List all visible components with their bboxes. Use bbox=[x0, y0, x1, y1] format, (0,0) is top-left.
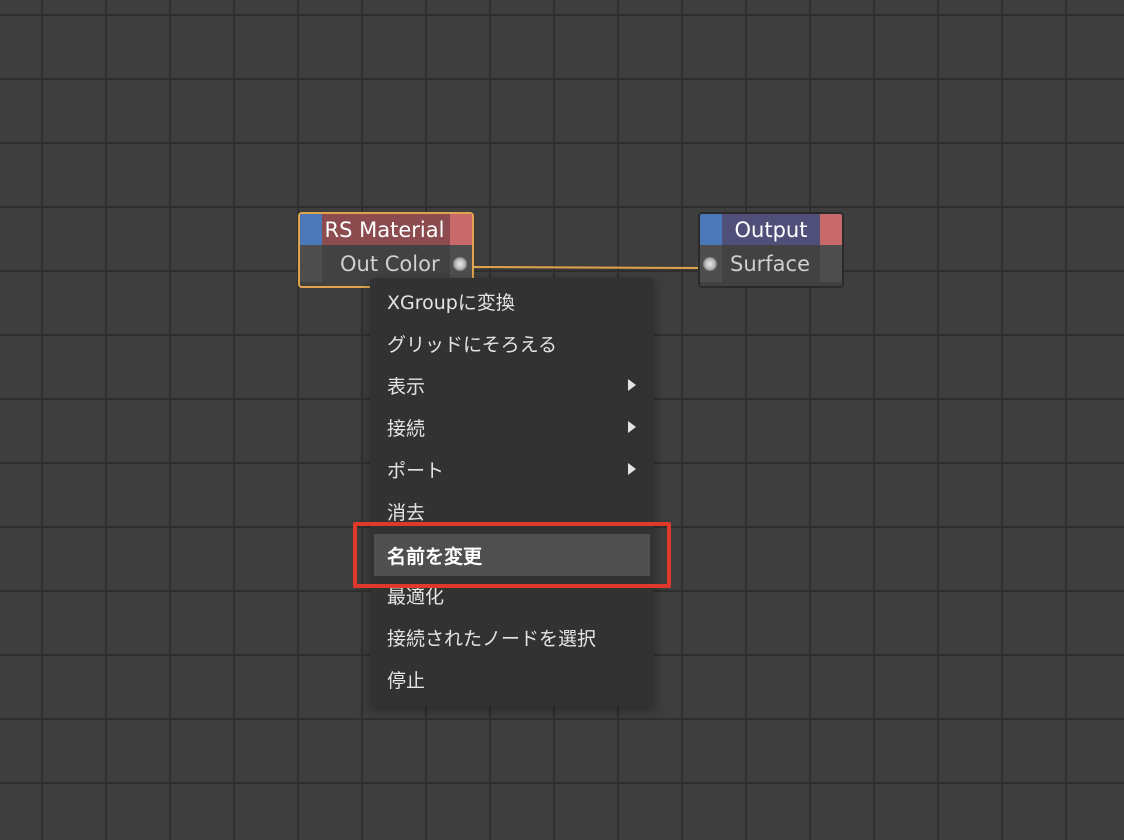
output-node-header[interactable]: Output bbox=[700, 214, 842, 245]
chevron-right-icon bbox=[628, 421, 636, 433]
menu-item-label: 接続 bbox=[387, 417, 426, 440]
rs-material-port-label: Out Color bbox=[340, 251, 440, 276]
menu-item-select-connected-nodes[interactable]: 接続されたノードを選択 bbox=[370, 616, 654, 658]
chevron-right-icon bbox=[628, 463, 636, 475]
node-header-left-strip bbox=[300, 214, 322, 245]
output-port-label: Surface bbox=[730, 251, 811, 276]
highlight-annotation-box bbox=[353, 522, 671, 588]
menu-item-convert-to-xgroup[interactable]: XGroupに変換 bbox=[370, 280, 654, 322]
menu-item-align-to-grid[interactable]: グリッドにそろえる bbox=[370, 322, 654, 364]
menu-item-label: 表示 bbox=[387, 375, 426, 398]
menu-item-label: 停止 bbox=[387, 669, 426, 692]
node-header-left-strip bbox=[700, 214, 722, 245]
menu-item-label: XGroupに変換 bbox=[387, 291, 515, 314]
output-surface-port-row[interactable]: Surface bbox=[700, 245, 842, 282]
rs-material-node-title: RS Material bbox=[324, 217, 445, 242]
menu-item-ports[interactable]: ポート bbox=[370, 448, 654, 490]
port-dot-icon[interactable] bbox=[453, 256, 467, 271]
port-row-right-strip bbox=[820, 245, 842, 282]
port-dot-icon[interactable] bbox=[703, 256, 717, 271]
menu-item-connect[interactable]: 接続 bbox=[370, 406, 654, 448]
chevron-right-icon bbox=[628, 379, 636, 391]
rs-material-node-header[interactable]: RS Material bbox=[300, 214, 472, 245]
menu-item-stop[interactable]: 停止 bbox=[370, 658, 654, 700]
node-header-right-strip bbox=[820, 214, 842, 245]
output-node-title: Output bbox=[734, 217, 808, 242]
menu-item-view[interactable]: 表示 bbox=[370, 364, 654, 406]
rs-material-node[interactable]: RS Material Out Color bbox=[298, 212, 474, 288]
port-row-left-strip bbox=[300, 245, 322, 282]
context-menu: XGroupに変換 グリッドにそろえる 表示 接続 ポート 消去 名前を変更 最… bbox=[370, 278, 654, 706]
menu-item-label: グリッドにそろえる bbox=[387, 333, 558, 356]
menu-item-label: 消去 bbox=[387, 501, 426, 524]
rs-material-out-color-port-row[interactable]: Out Color bbox=[300, 245, 472, 282]
menu-item-label: ポート bbox=[387, 459, 445, 482]
menu-item-label: 接続されたノードを選択 bbox=[387, 627, 597, 650]
node-header-right-strip bbox=[450, 214, 472, 245]
output-node[interactable]: Output Surface bbox=[698, 212, 844, 288]
